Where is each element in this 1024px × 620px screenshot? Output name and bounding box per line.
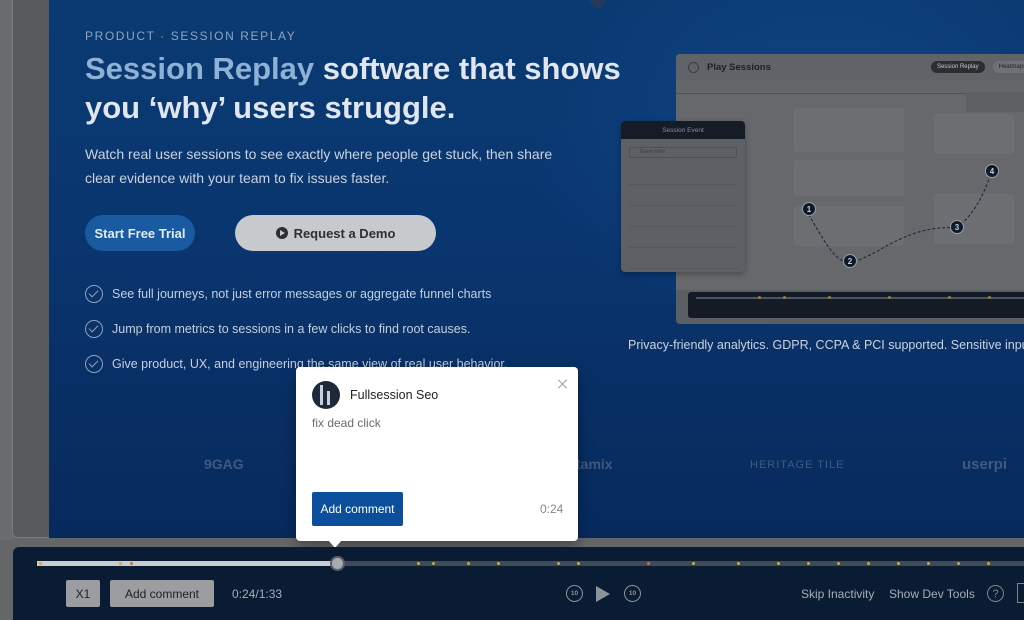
add-comment-submit-button[interactable]: Add comment xyxy=(312,492,403,526)
feature-item: See full journeys, not just error messag… xyxy=(85,276,507,311)
timeline-event-marker[interactable] xyxy=(897,562,900,565)
timeline-event-marker[interactable] xyxy=(467,562,470,565)
timeline-event-marker[interactable] xyxy=(957,562,960,565)
list-item xyxy=(629,206,737,227)
hero-headline: Session Replay software that shows you ‘… xyxy=(85,49,645,127)
help-icon[interactable]: ? xyxy=(987,585,1004,602)
logo-heritage-tile: HERITAGE TILE xyxy=(750,459,845,471)
hero-subcopy: Watch real user sessions to see exactly … xyxy=(85,146,553,186)
timeline-progress xyxy=(37,561,338,566)
logo-tamix: tamix xyxy=(576,456,613,472)
mock-marker xyxy=(758,296,761,299)
fullscreen-icon[interactable] xyxy=(1017,583,1024,603)
request-demo-button[interactable]: Request a Demo xyxy=(235,215,436,251)
list-item xyxy=(629,164,737,185)
list-item xyxy=(629,248,737,269)
feature-item: Jump from metrics to sessions in a few c… xyxy=(85,311,507,346)
close-icon[interactable] xyxy=(557,378,569,390)
check-circle-icon xyxy=(85,319,103,338)
play-icon[interactable] xyxy=(596,586,610,602)
timeline-event-marker[interactable] xyxy=(867,562,870,565)
skip-inactivity-toggle[interactable]: Skip Inactivity xyxy=(801,587,874,601)
timeline-event-marker[interactable] xyxy=(692,562,695,565)
avatar xyxy=(312,381,340,409)
mock-marker xyxy=(783,296,786,299)
comment-text[interactable]: fix dead click xyxy=(312,416,381,430)
timeline-event-marker[interactable] xyxy=(737,562,740,565)
mock-tab-heatmaps: Heatmaps xyxy=(992,61,1024,73)
feature-text: Jump from metrics to sessions in a few c… xyxy=(112,321,471,336)
feature-list: See full journeys, not just error messag… xyxy=(85,276,507,381)
timeline-event-marker[interactable] xyxy=(647,562,650,565)
list-item xyxy=(629,227,737,248)
mock-back-icon xyxy=(688,61,699,73)
show-dev-tools-button[interactable]: Show Dev Tools xyxy=(889,587,975,601)
mock-tab-session-replay: Session Replay xyxy=(930,61,985,73)
event-filter-input: Event Filter xyxy=(629,147,737,158)
timeline-event-marker[interactable] xyxy=(987,562,990,565)
session-event-panel: Session Event Event Filter xyxy=(621,121,745,272)
logo-9gag: 9GAG xyxy=(204,456,244,472)
mock-marker xyxy=(828,296,831,299)
timeline-event-marker[interactable] xyxy=(119,562,122,565)
timeline-event-marker[interactable] xyxy=(497,562,500,565)
rewind-10-icon[interactable]: 10 xyxy=(566,585,583,602)
timeline-event-marker[interactable] xyxy=(417,562,420,565)
list-item xyxy=(629,185,737,206)
playback-speed-button[interactable]: X1 xyxy=(66,580,100,607)
journey-step-2: 2 xyxy=(843,254,857,268)
timeline-event-marker[interactable] xyxy=(130,562,133,565)
mock-marker xyxy=(988,296,991,299)
journey-step-4: 4 xyxy=(985,164,999,178)
comment-author: Fullsession Seo xyxy=(350,388,439,402)
time-readout: 0:24/1:33 xyxy=(232,587,283,601)
request-demo-label: Request a Demo xyxy=(293,225,396,241)
journey-step-1: 1 xyxy=(802,202,816,216)
logo-userpi: userpi xyxy=(962,456,1008,473)
timeline-event-marker[interactable] xyxy=(807,562,810,565)
comment-timestamp: 0:24 xyxy=(540,502,564,516)
forward-10-icon[interactable]: 10 xyxy=(624,585,641,602)
timeline-event-marker[interactable] xyxy=(777,562,780,565)
check-circle-icon xyxy=(85,354,103,373)
check-circle-icon xyxy=(85,284,103,303)
start-free-trial-button[interactable]: Start Free Trial xyxy=(85,215,195,251)
journey-step-3: 3 xyxy=(950,220,964,234)
mock-title: Play Sessions xyxy=(707,61,771,73)
mock-marker xyxy=(888,296,891,299)
timeline-event-marker[interactable] xyxy=(432,562,435,565)
mock-marker xyxy=(948,296,951,299)
headline-accent: Session Replay xyxy=(85,51,315,86)
hero-eyebrow: PRODUCT · SESSION REPLAY xyxy=(85,29,297,43)
mock-player-bar xyxy=(688,292,1024,318)
timeline-event-marker[interactable] xyxy=(837,562,840,565)
timeline-scrubber[interactable] xyxy=(330,556,345,571)
timeline-event-marker[interactable] xyxy=(927,562,930,565)
session-event-title: Session Event xyxy=(621,121,745,139)
timeline-event-marker[interactable] xyxy=(577,562,580,565)
feature-text: See full journeys, not just error messag… xyxy=(112,286,492,301)
play-circle-icon xyxy=(275,227,288,239)
mock-track xyxy=(696,297,1024,299)
timeline-event-marker[interactable] xyxy=(39,562,42,565)
add-comment-button[interactable]: Add comment xyxy=(110,580,214,607)
privacy-note: Privacy-friendly analytics. GDPR, CCPA &… xyxy=(628,338,1024,352)
timeline-event-marker[interactable] xyxy=(557,562,560,565)
mock-toolbar: Play Sessions Session Replay Heatmaps xyxy=(676,54,1024,80)
